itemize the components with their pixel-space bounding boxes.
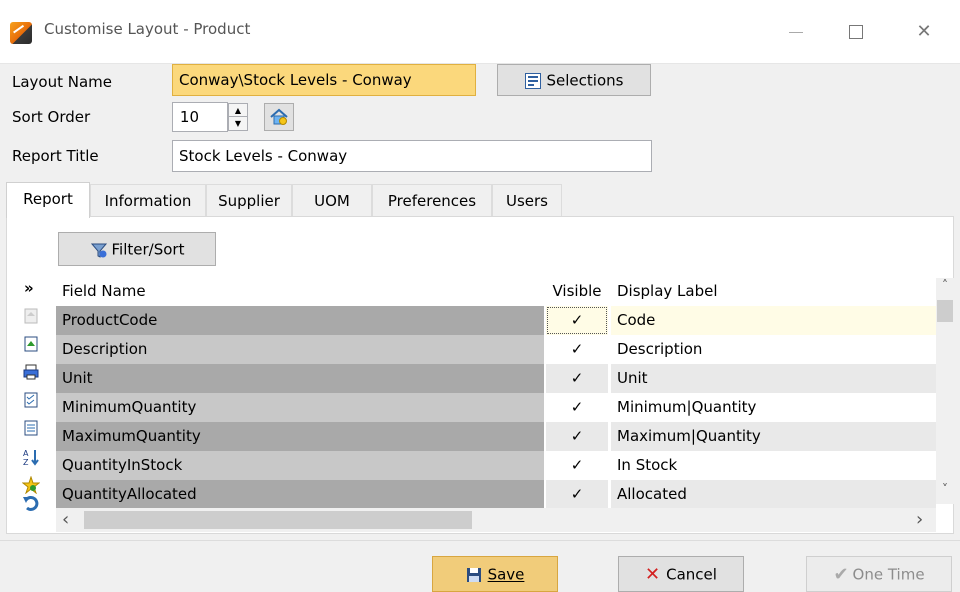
table-row[interactable]: Description ✓ Description (56, 335, 936, 364)
one-time-button[interactable]: ✔ One Time (806, 556, 952, 592)
tab-supplier[interactable]: Supplier (206, 184, 292, 218)
title-bar: Customise Layout - Product ✕ (0, 0, 960, 64)
display-label-cell[interactable]: Description (611, 335, 936, 364)
checkmark-icon: ✔ (833, 563, 849, 585)
field-name-cell[interactable]: Unit (56, 364, 544, 393)
field-name-cell[interactable]: ProductCode (56, 306, 544, 335)
save-icon (466, 567, 481, 582)
cancel-button[interactable]: ✕ Cancel (618, 556, 744, 592)
favourite-icon[interactable] (21, 475, 41, 495)
cancel-icon: ✕ (645, 563, 661, 585)
tab-uom[interactable]: UOM (292, 184, 372, 218)
checklist-icon[interactable] (22, 392, 40, 410)
column-header-display-label[interactable]: Display Label (611, 278, 936, 307)
print-icon[interactable] (22, 364, 40, 382)
save-label: Save (487, 565, 525, 584)
stepper-up-icon[interactable]: ▲ (229, 104, 247, 117)
close-icon: ✕ (916, 21, 932, 42)
selections-button[interactable]: Selections (497, 64, 651, 96)
undo-icon[interactable] (22, 494, 40, 512)
display-label-cell[interactable]: Maximum|Quantity (611, 422, 936, 451)
vertical-scrollbar[interactable]: ˄ ˅ (936, 278, 954, 504)
maximize-icon (849, 25, 863, 39)
app-logo-icon (10, 22, 32, 44)
save-button[interactable]: Save (432, 556, 558, 592)
list-icon[interactable] (22, 420, 40, 438)
report-title-label: Report Title (12, 147, 99, 165)
scroll-down-icon[interactable]: ˅ (936, 482, 954, 500)
table-row[interactable]: QuantityAllocated ✓ Allocated (56, 480, 936, 509)
column-header-visible[interactable]: Visible (546, 278, 608, 307)
layout-name-label: Layout Name (12, 73, 113, 91)
footer-divider (0, 540, 960, 541)
tab-information[interactable]: Information (90, 184, 206, 218)
filter-icon (90, 243, 107, 258)
visible-checkbox[interactable]: ✓ (546, 451, 608, 480)
cancel-label: Cancel (666, 565, 717, 584)
visible-checkbox[interactable]: ✓ (546, 335, 608, 364)
window-title: Customise Layout - Product (44, 20, 251, 38)
table-row[interactable]: ProductCode ✓ Code (56, 306, 936, 335)
maximize-button[interactable] (836, 12, 876, 52)
selections-label: Selections (546, 71, 624, 90)
display-label-cell[interactable]: Unit (611, 364, 936, 393)
report-title-input[interactable]: Stock Levels - Conway (172, 140, 652, 172)
horizontal-scroll-thumb[interactable] (84, 511, 472, 529)
display-label-cell[interactable]: Code (611, 306, 936, 335)
move-up-icon[interactable] (22, 308, 40, 326)
visible-checkbox[interactable]: ✓ (546, 480, 608, 509)
one-time-label: One Time (852, 565, 925, 584)
filter-sort-label: Filter/Sort (111, 240, 185, 259)
tab-report[interactable]: Report (6, 182, 90, 218)
field-name-cell[interactable]: QuantityAllocated (56, 480, 544, 509)
visible-checkbox[interactable]: ✓ (546, 306, 608, 335)
minimize-button[interactable] (776, 12, 816, 52)
field-name-cell[interactable]: QuantityInStock (56, 451, 544, 480)
stepper-down-icon[interactable]: ▼ (229, 117, 247, 130)
sort-order-stepper[interactable]: ▲ ▼ (228, 103, 248, 131)
table-row[interactable]: MaximumQuantity ✓ Maximum|Quantity (56, 422, 936, 451)
layout-name-input[interactable]: Conway\Stock Levels - Conway (172, 64, 476, 96)
vertical-scroll-thumb[interactable] (937, 300, 953, 322)
visible-checkbox[interactable]: ✓ (546, 393, 608, 422)
grid-header: Field Name Visible Display Label (56, 278, 936, 304)
visible-checkbox[interactable]: ✓ (546, 422, 608, 451)
field-name-cell[interactable]: MaximumQuantity (56, 422, 544, 451)
sort-az-icon[interactable]: AZ (22, 448, 40, 467)
filter-sort-button[interactable]: Filter/Sort (58, 232, 216, 266)
horizontal-scrollbar[interactable]: ‹ › (56, 508, 936, 532)
sort-order-label: Sort Order (12, 108, 91, 126)
display-label-cell[interactable]: Minimum|Quantity (611, 393, 936, 422)
tab-preferences[interactable]: Preferences (372, 184, 492, 218)
selections-icon (524, 72, 541, 89)
scroll-up-icon[interactable]: ˄ (936, 278, 954, 296)
minimize-icon (789, 31, 803, 33)
close-button[interactable]: ✕ (904, 12, 944, 52)
home-button[interactable] (264, 103, 294, 131)
svg-text:Z: Z (23, 458, 29, 466)
import-icon[interactable] (22, 336, 40, 354)
scroll-left-icon[interactable]: ‹ (62, 508, 78, 532)
field-name-cell[interactable]: Description (56, 335, 544, 364)
expand-icon[interactable]: » (24, 279, 34, 297)
tab-users[interactable]: Users (492, 184, 562, 218)
sort-order-input[interactable]: 10 (172, 102, 228, 132)
scroll-right-icon[interactable]: › (916, 508, 932, 532)
home-icon (270, 108, 288, 125)
table-row[interactable]: QuantityInStock ✓ In Stock (56, 451, 936, 480)
table-row[interactable]: MinimumQuantity ✓ Minimum|Quantity (56, 393, 936, 422)
field-name-cell[interactable]: MinimumQuantity (56, 393, 544, 422)
column-header-field-name[interactable]: Field Name (56, 278, 544, 307)
visible-checkbox[interactable]: ✓ (546, 364, 608, 393)
display-label-cell[interactable]: In Stock (611, 451, 936, 480)
display-label-cell[interactable]: Allocated (611, 480, 936, 509)
table-row[interactable]: Unit ✓ Unit (56, 364, 936, 393)
svg-text:A: A (23, 449, 29, 458)
